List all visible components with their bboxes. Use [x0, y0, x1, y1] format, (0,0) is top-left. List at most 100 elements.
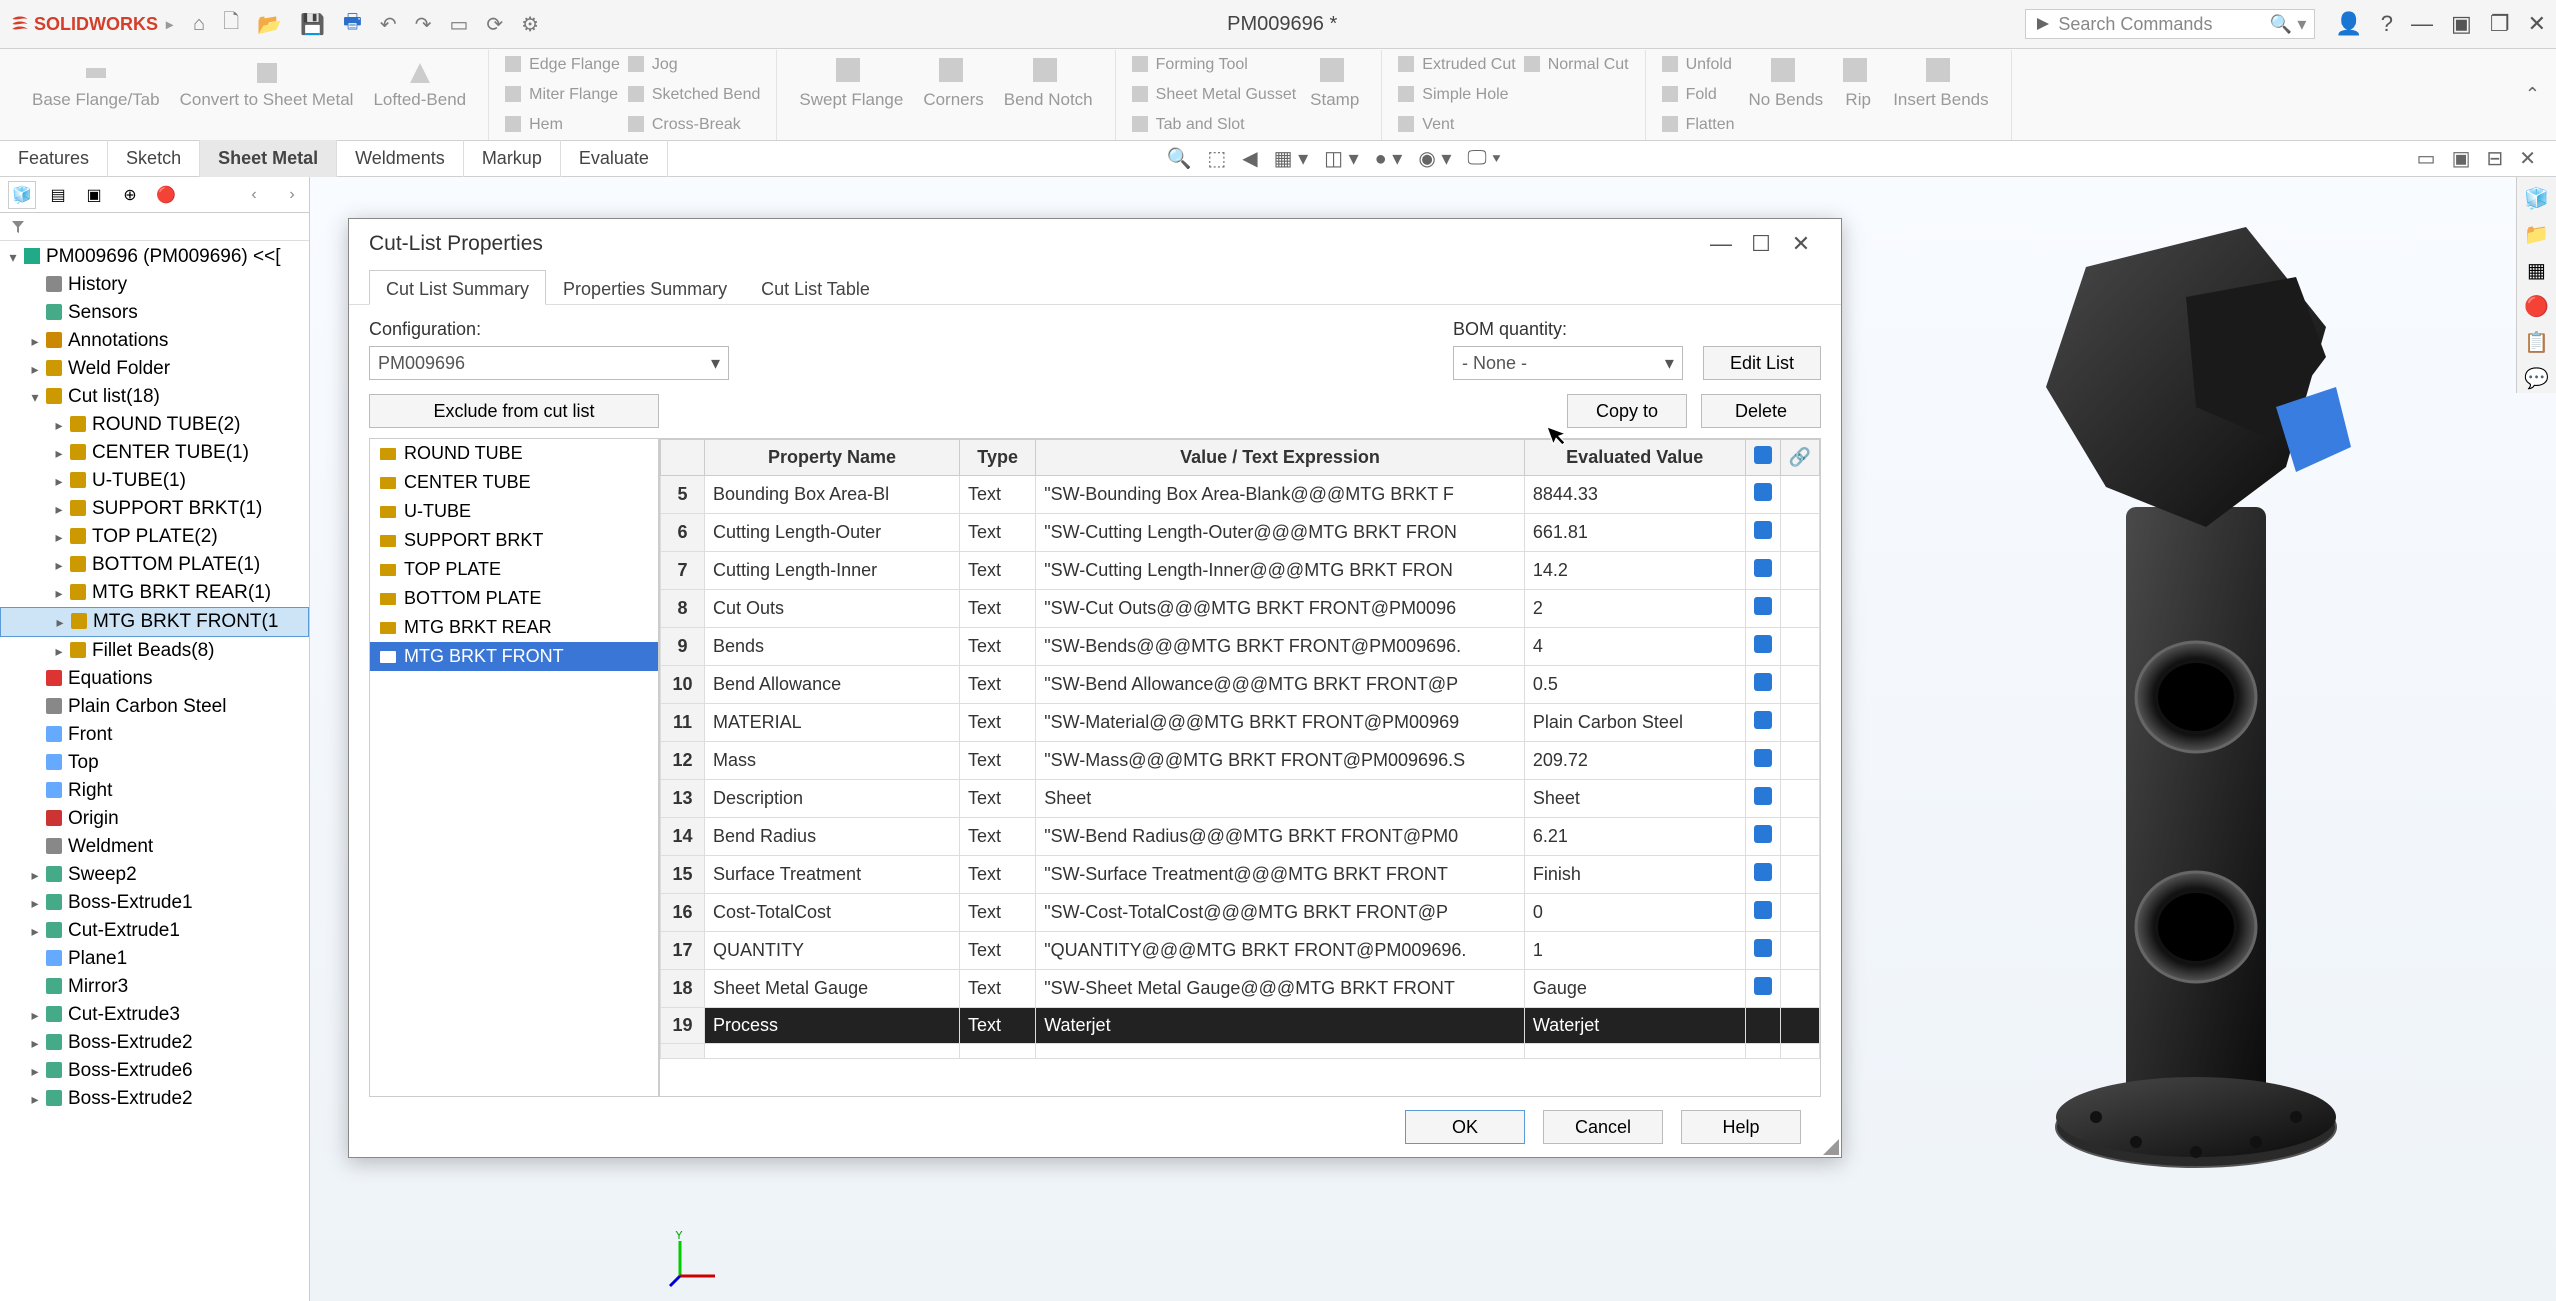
checkbox-icon[interactable] [1754, 521, 1772, 539]
section-icon[interactable]: ▦ ▾ [1274, 146, 1309, 171]
display-style-icon[interactable]: ◫ ▾ [1324, 146, 1359, 171]
cut-list-item[interactable]: SUPPORT BRKT [370, 526, 658, 555]
rib-sketched-bend[interactable]: Sketched Bend [624, 84, 765, 106]
select-icon[interactable]: ▭ [449, 12, 468, 37]
options-icon[interactable]: ⚙ [521, 12, 539, 37]
rib-gusset[interactable]: Sheet Metal Gusset [1128, 84, 1301, 106]
tree-item[interactable]: ▸Cut-Extrude1 [0, 917, 309, 945]
close-icon[interactable]: ✕ [2528, 11, 2546, 37]
rib-unfold[interactable]: Unfold [1658, 54, 1739, 76]
hide-show-icon[interactable]: ● ▾ [1375, 146, 1403, 171]
help-button[interactable]: Help [1681, 1110, 1801, 1144]
filter-row[interactable] [0, 213, 309, 241]
taskpane-properties-icon[interactable]: 📋 [2522, 327, 2552, 357]
rib-insert-bends[interactable]: Insert Bends [1883, 54, 1998, 114]
home-icon[interactable]: ⌂ [193, 13, 205, 36]
checkbox-icon[interactable] [1754, 825, 1772, 843]
checkbox-icon[interactable] [1754, 977, 1772, 995]
help-icon[interactable]: ? [2381, 11, 2393, 37]
checkbox-icon[interactable] [1754, 446, 1772, 464]
tree-item[interactable]: ▸Boss-Extrude6 [0, 1057, 309, 1085]
property-row[interactable]: 6Cutting Length-OuterText"SW-Cutting Len… [661, 514, 1820, 552]
rib-miter-flange[interactable]: Miter Flange [501, 84, 624, 106]
rib-edge-flange[interactable]: Edge Flange [501, 54, 624, 76]
tree-item[interactable]: History [0, 271, 309, 299]
tree-root[interactable]: ▾ PM009696 (PM009696) <<[ [0, 243, 309, 271]
restore-icon[interactable]: ❐ [2490, 11, 2510, 37]
checkbox-icon[interactable] [1754, 597, 1772, 615]
property-row[interactable]: 14Bend RadiusText"SW-Bend Radius@@@MTG B… [661, 818, 1820, 856]
property-row[interactable]: 11MATERIALText"SW-Material@@@MTG BRKT FR… [661, 704, 1820, 742]
checkbox-icon[interactable] [1754, 635, 1772, 653]
tree-item[interactable]: ▸Weld Folder [0, 355, 309, 383]
property-tab-icon[interactable]: ▤ [44, 181, 72, 209]
rib-vent[interactable]: Vent [1394, 114, 1519, 136]
property-row[interactable]: 18Sheet Metal GaugeText"SW-Sheet Metal G… [661, 970, 1820, 1008]
column-header[interactable]: 🔗 [1780, 440, 1819, 476]
property-row-empty[interactable] [661, 1044, 1820, 1059]
column-header[interactable]: Property Name [705, 440, 960, 476]
checkbox-icon[interactable] [1754, 483, 1772, 501]
tree-item[interactable]: ▸Annotations [0, 327, 309, 355]
tree-item[interactable]: ▸Sweep2 [0, 861, 309, 889]
view-settings-icon[interactable]: 🖵 ▾ [1467, 147, 1500, 170]
dialog-minimize-icon[interactable]: — [1701, 231, 1741, 257]
rib-corners[interactable]: Corners [913, 54, 993, 114]
rib-jog[interactable]: Jog [624, 54, 765, 76]
rib-normal-cut[interactable]: Normal Cut [1520, 54, 1633, 76]
tree-item[interactable]: ▸Fillet Beads(8) [0, 637, 309, 665]
tree-item[interactable]: ▸U-TUBE(1) [0, 467, 309, 495]
property-row[interactable]: 9BendsText"SW-Bends@@@MTG BRKT FRONT@PM0… [661, 628, 1820, 666]
dialog-tab[interactable]: Cut List Summary [369, 270, 546, 305]
tree-item[interactable]: Front [0, 721, 309, 749]
display-tab-icon[interactable]: 🔴 [152, 181, 180, 209]
minimize-icon[interactable]: — [2411, 11, 2433, 37]
dialog-resize-grip-icon[interactable] [1823, 1139, 1839, 1155]
cut-list-item[interactable]: MTG BRKT REAR [370, 613, 658, 642]
cut-list-item[interactable]: CENTER TUBE [370, 468, 658, 497]
checkbox-icon[interactable] [1754, 711, 1772, 729]
tree-item[interactable]: Plain Carbon Steel [0, 693, 309, 721]
taskpane-forum-icon[interactable]: 💬 [2522, 363, 2552, 393]
checkbox-icon[interactable] [1754, 901, 1772, 919]
tree-item[interactable]: Right [0, 777, 309, 805]
save-icon[interactable]: 💾 [300, 12, 325, 37]
tree-item[interactable]: Plane1 [0, 945, 309, 973]
tab-sketch[interactable]: Sketch [108, 140, 200, 177]
ribbon-collapse-icon[interactable]: ⌃ [2525, 84, 2556, 105]
ok-button[interactable]: OK [1405, 1110, 1525, 1144]
checkbox-icon[interactable] [1754, 749, 1772, 767]
tree-item[interactable]: ▸ROUND TUBE(2) [0, 411, 309, 439]
column-header[interactable]: Type [960, 440, 1036, 476]
config-select[interactable]: PM009696▾ [369, 346, 729, 380]
property-row[interactable]: 17QUANTITYText"QUANTITY@@@MTG BRKT FRONT… [661, 932, 1820, 970]
cancel-button[interactable]: Cancel [1543, 1110, 1663, 1144]
delete-button[interactable]: Delete [1701, 394, 1821, 428]
tree-item[interactable]: ▸SUPPORT BRKT(1) [0, 495, 309, 523]
open-icon[interactable]: 📂 [257, 12, 282, 37]
tree-item[interactable]: ▾Cut list(18) [0, 383, 309, 411]
rib-flatten[interactable]: Flatten [1658, 114, 1739, 136]
prev-view-icon[interactable]: ◀ [1242, 146, 1257, 171]
undo-icon[interactable]: ↶ [380, 12, 397, 37]
tab-evaluate[interactable]: Evaluate [561, 140, 668, 177]
tab-features[interactable]: Features [0, 140, 108, 177]
panel-nav-right-icon[interactable]: › [281, 181, 309, 209]
tree-item[interactable]: Origin [0, 805, 309, 833]
dialog-close-icon[interactable]: ✕ [1781, 231, 1821, 257]
view-triad[interactable]: Y [665, 1231, 725, 1291]
rib-convert[interactable]: Convert to Sheet Metal [170, 54, 364, 114]
tree-item[interactable]: Weldment [0, 833, 309, 861]
tree-item[interactable]: ▸Boss-Extrude2 [0, 1085, 309, 1113]
tree-item[interactable]: ▸CENTER TUBE(1) [0, 439, 309, 467]
cut-list-item[interactable]: U-TUBE [370, 497, 658, 526]
zoom-fit-icon[interactable]: 🔍 [1166, 146, 1191, 171]
taskpane-appearance-icon[interactable]: 🔴 [2522, 291, 2552, 321]
feature-tree[interactable]: ▾ PM009696 (PM009696) <<[ HistorySensors… [0, 241, 309, 1301]
search-commands-input[interactable]: Search Commands 🔍 ▾ [2025, 9, 2315, 39]
viewport-btn1-icon[interactable]: ▭ [2417, 146, 2436, 171]
rib-simple-hole[interactable]: Simple Hole [1394, 84, 1519, 106]
tab-weldments[interactable]: Weldments [337, 140, 464, 177]
taskpane-explorer-icon[interactable]: ▦ [2522, 255, 2552, 285]
rib-tab-slot[interactable]: Tab and Slot [1128, 114, 1301, 136]
